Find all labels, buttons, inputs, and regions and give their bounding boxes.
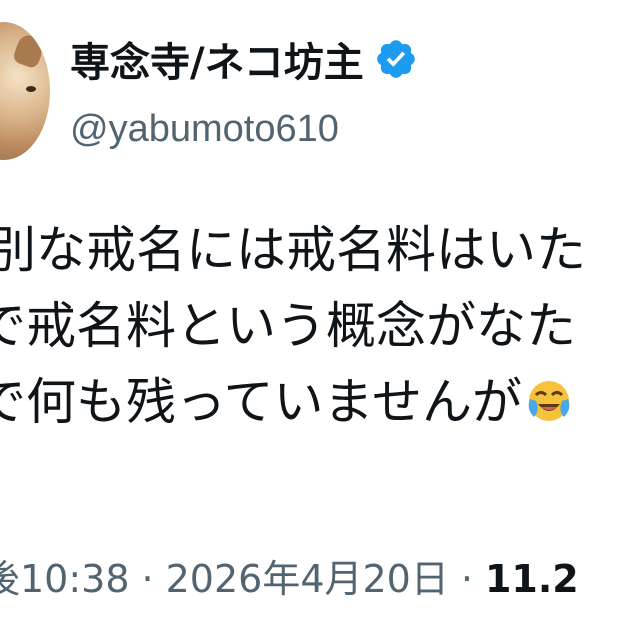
tweet-card: 専念寺/ネコ坊主 @yabumoto610 別な戒名には戒名料はいた で戒名料と… — [0, 0, 640, 640]
tweet-text-line: で何も残っていませんが — [0, 364, 616, 440]
name-row: 専念寺/ネコ坊主 — [70, 30, 418, 88]
avatar-cat-ear — [11, 32, 47, 70]
tweet-time[interactable]: 後10:38 — [0, 557, 130, 601]
crying-laughing-emoji-icon — [524, 370, 574, 421]
verified-badge-icon[interactable] — [374, 37, 418, 81]
tweet-text-line: 別な戒名には戒名料はいた — [0, 221, 586, 279]
author-handle[interactable]: @yabumoto610 — [70, 108, 339, 151]
tweet-meta: 後10:38 · 2026年4月20日 · 11.2 — [0, 548, 579, 603]
tweet-text-line-content: で何も残っていませんが — [0, 373, 522, 431]
tweet-text: 別な戒名には戒名料はいた で戒名料という概念がなた で何も残っていませんが — [0, 212, 640, 440]
avatar-cat-eye — [26, 86, 36, 92]
meta-separator: · — [460, 557, 473, 601]
meta-separator: · — [141, 557, 154, 601]
author-display-name[interactable]: 専念寺/ネコ坊主 — [70, 30, 364, 88]
tweet-header: 専念寺/ネコ坊主 — [70, 30, 418, 110]
avatar[interactable] — [0, 22, 50, 160]
tweet-text-line: で戒名料という概念がなた — [0, 297, 576, 355]
tweet-date[interactable]: 2026年4月20日 — [166, 557, 449, 601]
view-count[interactable]: 11.2 — [485, 557, 579, 601]
